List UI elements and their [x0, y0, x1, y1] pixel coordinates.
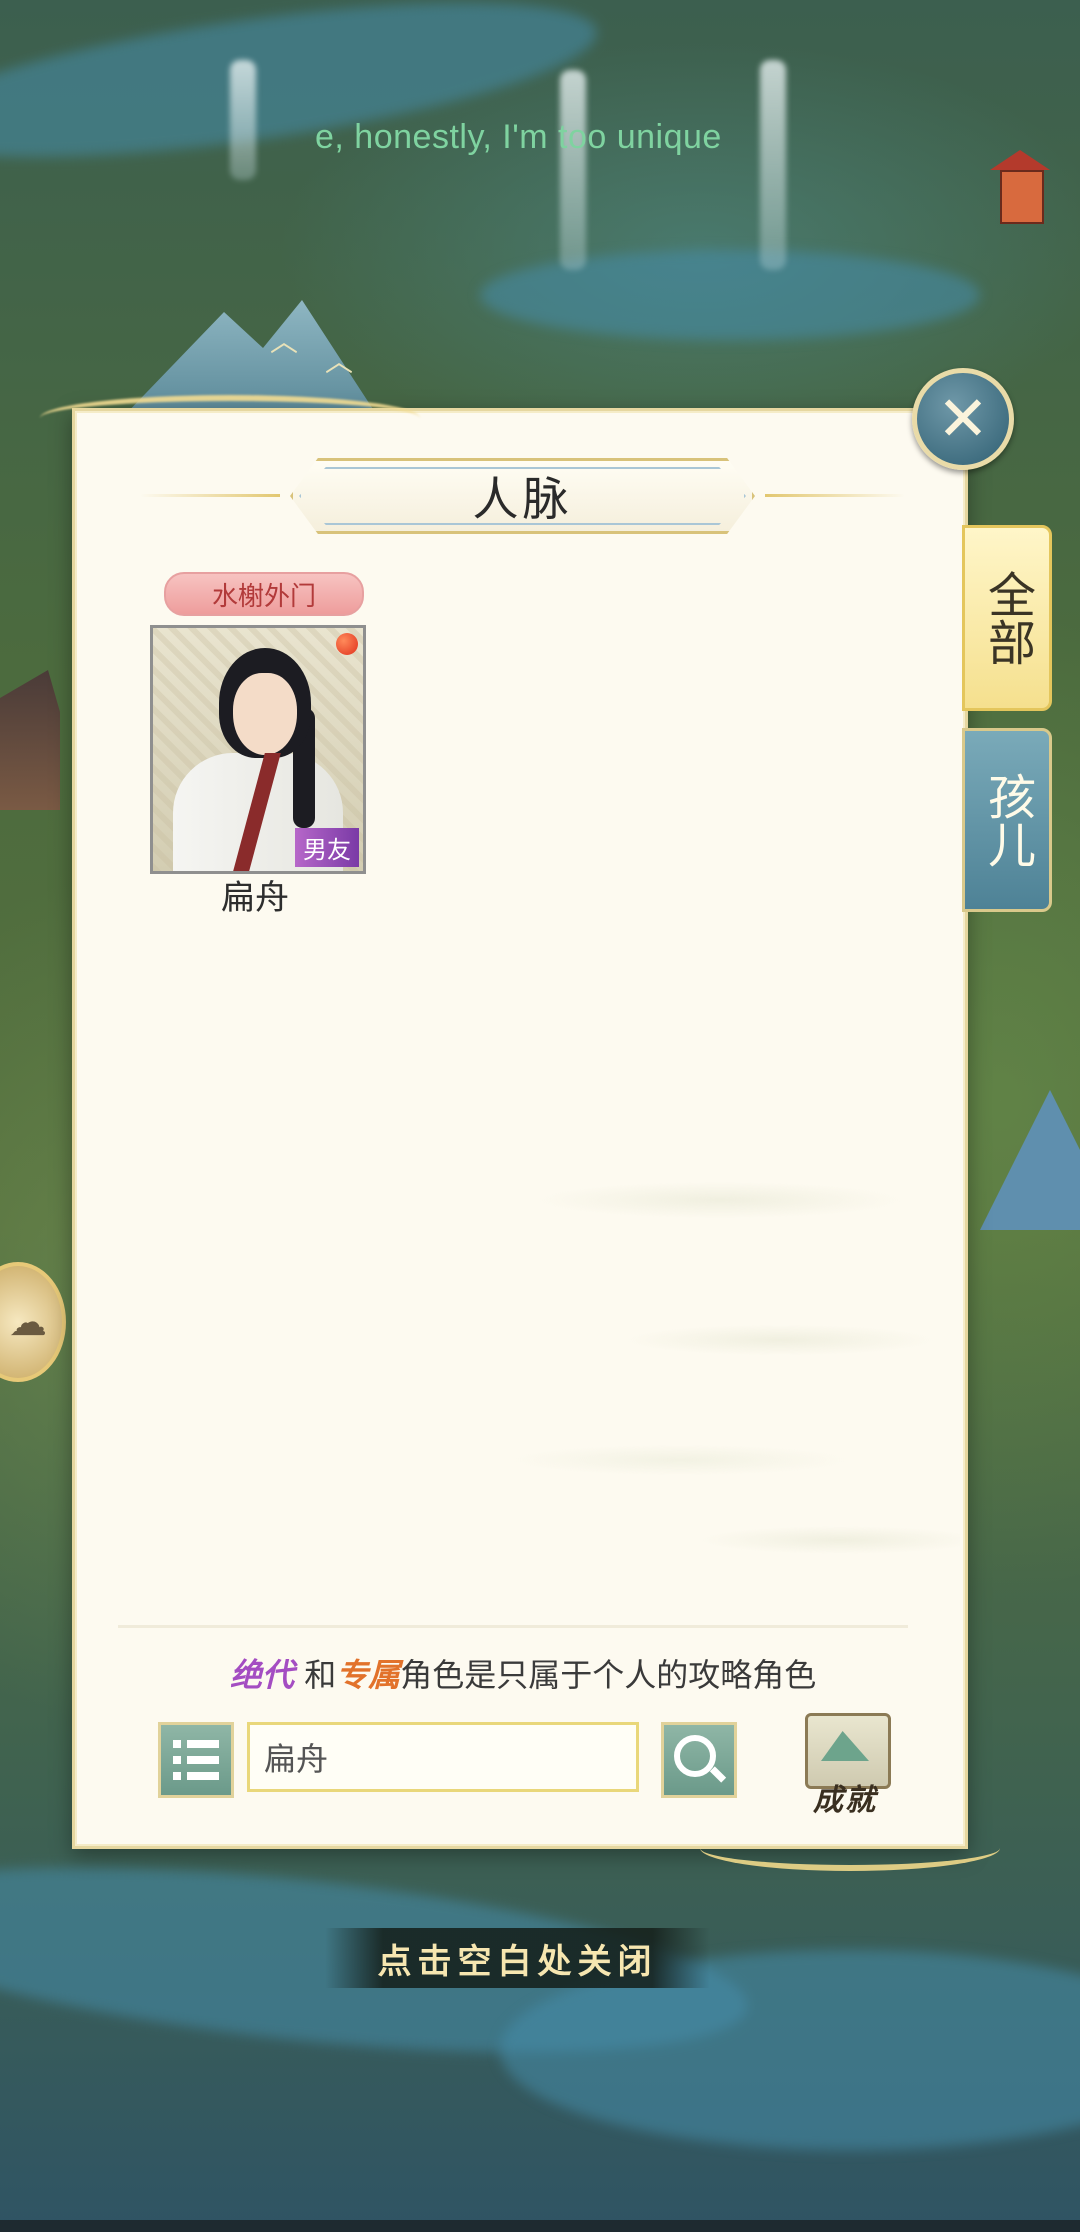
notification-dot	[336, 633, 358, 655]
bamboo-watermark	[420, 1100, 960, 1600]
relation-badge: 男友	[295, 828, 359, 867]
character-card[interactable]: 男友	[150, 625, 366, 874]
notice-rest: 角色是只属于个人的攻略角色	[400, 1656, 817, 1694]
search-button[interactable]	[661, 1722, 737, 1798]
system-nav-bar	[0, 2220, 1080, 2232]
notice-and: 和	[304, 1656, 337, 1694]
divider	[118, 1625, 908, 1628]
tap-to-close-hint[interactable]: 点击空白处关闭	[325, 1928, 710, 1988]
character-name: 扁舟	[221, 878, 289, 918]
tab-all[interactable]: 全部	[962, 525, 1052, 711]
close-button[interactable]: ✕	[912, 368, 1014, 470]
tab-all-label: 全部	[979, 570, 1035, 666]
bird-icon: ︿	[270, 325, 299, 358]
notice-text: 绝代 和专属角色是只属于个人的攻略角色	[230, 1650, 816, 1696]
tab-children[interactable]: 孩儿	[962, 728, 1052, 912]
chat-icon: ☁	[9, 1300, 47, 1344]
gold-ribbon-ornament	[40, 395, 420, 441]
tab-children-label: 孩儿	[979, 772, 1035, 868]
achievements-label: 成就	[813, 1783, 877, 1818]
notice-exclusive: 专属	[336, 1656, 401, 1694]
search-input[interactable]	[247, 1722, 639, 1792]
close-icon: ✕	[937, 382, 989, 455]
search-icon	[674, 1735, 716, 1777]
list-view-button[interactable]	[158, 1722, 234, 1798]
achievements-button[interactable]: 成就	[795, 1705, 895, 1818]
scrolling-ticker: e, honestly, I'm too unique	[315, 118, 722, 156]
title-ornament-right	[765, 494, 905, 497]
dialog-title: 人脉	[472, 472, 573, 526]
title-plaque: 人脉	[290, 458, 755, 534]
list-icon	[173, 1740, 219, 1748]
notice-rare: 绝代	[230, 1656, 295, 1694]
building-decoration	[0, 670, 60, 810]
gold-ribbon-ornament	[700, 1825, 1000, 1871]
pavilion-decoration	[990, 150, 1050, 230]
faction-tag: 水榭外门	[164, 572, 364, 616]
bird-icon: ︿	[325, 345, 354, 378]
title-ornament-left	[140, 494, 280, 497]
